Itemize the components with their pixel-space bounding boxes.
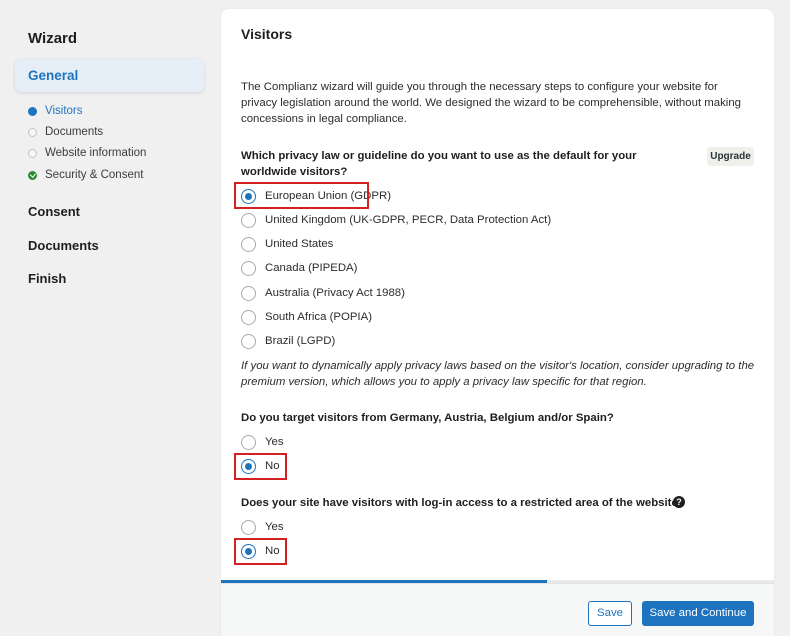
- target-visitors-question: Do you target visitors from Germany, Aus…: [241, 412, 614, 424]
- radio-option-yes[interactable]: Yes: [241, 518, 284, 536]
- radio-option-yes[interactable]: Yes: [241, 433, 284, 451]
- sidebar-step-label: Security & Consent: [45, 169, 144, 181]
- radio-label: South Africa (POPIA): [265, 311, 372, 323]
- sidebar-item-general[interactable]: General: [15, 59, 204, 92]
- sidebar-section-documents[interactable]: Documents: [28, 238, 99, 253]
- radio-unselected-icon[interactable]: [241, 285, 256, 301]
- radio-option-us[interactable]: United States: [241, 235, 333, 253]
- radio-label: Australia (Privacy Act 1988): [265, 287, 405, 299]
- radio-option-australia[interactable]: Australia (Privacy Act 1988): [241, 284, 405, 302]
- wizard-footer: Save Save and Continue: [221, 583, 774, 636]
- radio-option-brazil[interactable]: Brazil (LGPD): [241, 332, 335, 350]
- radio-option-canada[interactable]: Canada (PIPEDA): [241, 259, 357, 277]
- radio-label: Yes: [265, 436, 284, 448]
- radio-unselected-icon[interactable]: [241, 434, 256, 450]
- radio-unselected-icon[interactable]: [241, 236, 256, 252]
- sidebar-step-visitors[interactable]: Visitors: [28, 103, 83, 119]
- radio-option-south-africa[interactable]: South Africa (POPIA): [241, 308, 372, 326]
- intro-text: The Complianz wizard will guide you thro…: [241, 81, 741, 125]
- radio-option-uk[interactable]: United Kingdom (UK-GDPR, PECR, Data Prot…: [241, 211, 551, 229]
- help-icon[interactable]: ?: [673, 496, 685, 508]
- premium-note: If you want to dynamically apply privacy…: [241, 360, 755, 388]
- sidebar-title: Wizard: [28, 30, 78, 47]
- radio-label: United States: [265, 238, 334, 250]
- radio-unselected-icon[interactable]: [241, 309, 256, 325]
- save-button[interactable]: Save: [588, 601, 632, 626]
- radio-unselected-icon[interactable]: [241, 333, 256, 349]
- header-divider: [221, 57, 774, 58]
- sidebar-step-label: Visitors: [45, 105, 83, 117]
- privacy-law-question: Which privacy law or guideline do you wa…: [241, 150, 637, 178]
- save-and-continue-button[interactable]: Save and Continue: [642, 601, 754, 626]
- sidebar-step-website-information[interactable]: Website information: [28, 145, 146, 161]
- pending-step-dot-icon: [28, 148, 37, 158]
- current-step-dot-icon: [28, 106, 37, 116]
- sidebar-step-label: Documents: [45, 126, 104, 138]
- pending-step-dot-icon: [28, 127, 37, 137]
- radio-unselected-icon[interactable]: [241, 519, 256, 535]
- upgrade-badge[interactable]: Upgrade: [707, 147, 754, 166]
- completed-check-icon: [28, 170, 37, 180]
- radio-label: Yes: [265, 521, 284, 533]
- radio-unselected-icon[interactable]: [241, 260, 256, 276]
- annotation-highlight-box: [234, 538, 287, 565]
- annotation-highlight-box: [234, 182, 369, 209]
- sidebar-step-security-consent[interactable]: Security & Consent: [28, 167, 143, 183]
- annotation-highlight-box: [234, 453, 287, 480]
- radio-label: Brazil (LGPD): [265, 335, 336, 347]
- sidebar-step-documents[interactable]: Documents: [28, 124, 103, 140]
- radio-label: United Kingdom (UK-GDPR, PECR, Data Prot…: [265, 214, 552, 226]
- wizard-sidebar: Wizard General Visitors Documents Websit…: [0, 0, 212, 636]
- radio-label: Canada (PIPEDA): [265, 262, 358, 274]
- login-access-question: Does your site have visitors with log-in…: [241, 497, 685, 509]
- sidebar-step-label: Website information: [45, 147, 147, 159]
- radio-unselected-icon[interactable]: [241, 212, 256, 228]
- sidebar-section-finish[interactable]: Finish: [28, 271, 66, 286]
- sidebar-section-consent[interactable]: Consent: [28, 204, 80, 219]
- wizard-main-card: Visitors The Complianz wizard will guide…: [221, 9, 774, 636]
- page-title: Visitors: [241, 26, 293, 42]
